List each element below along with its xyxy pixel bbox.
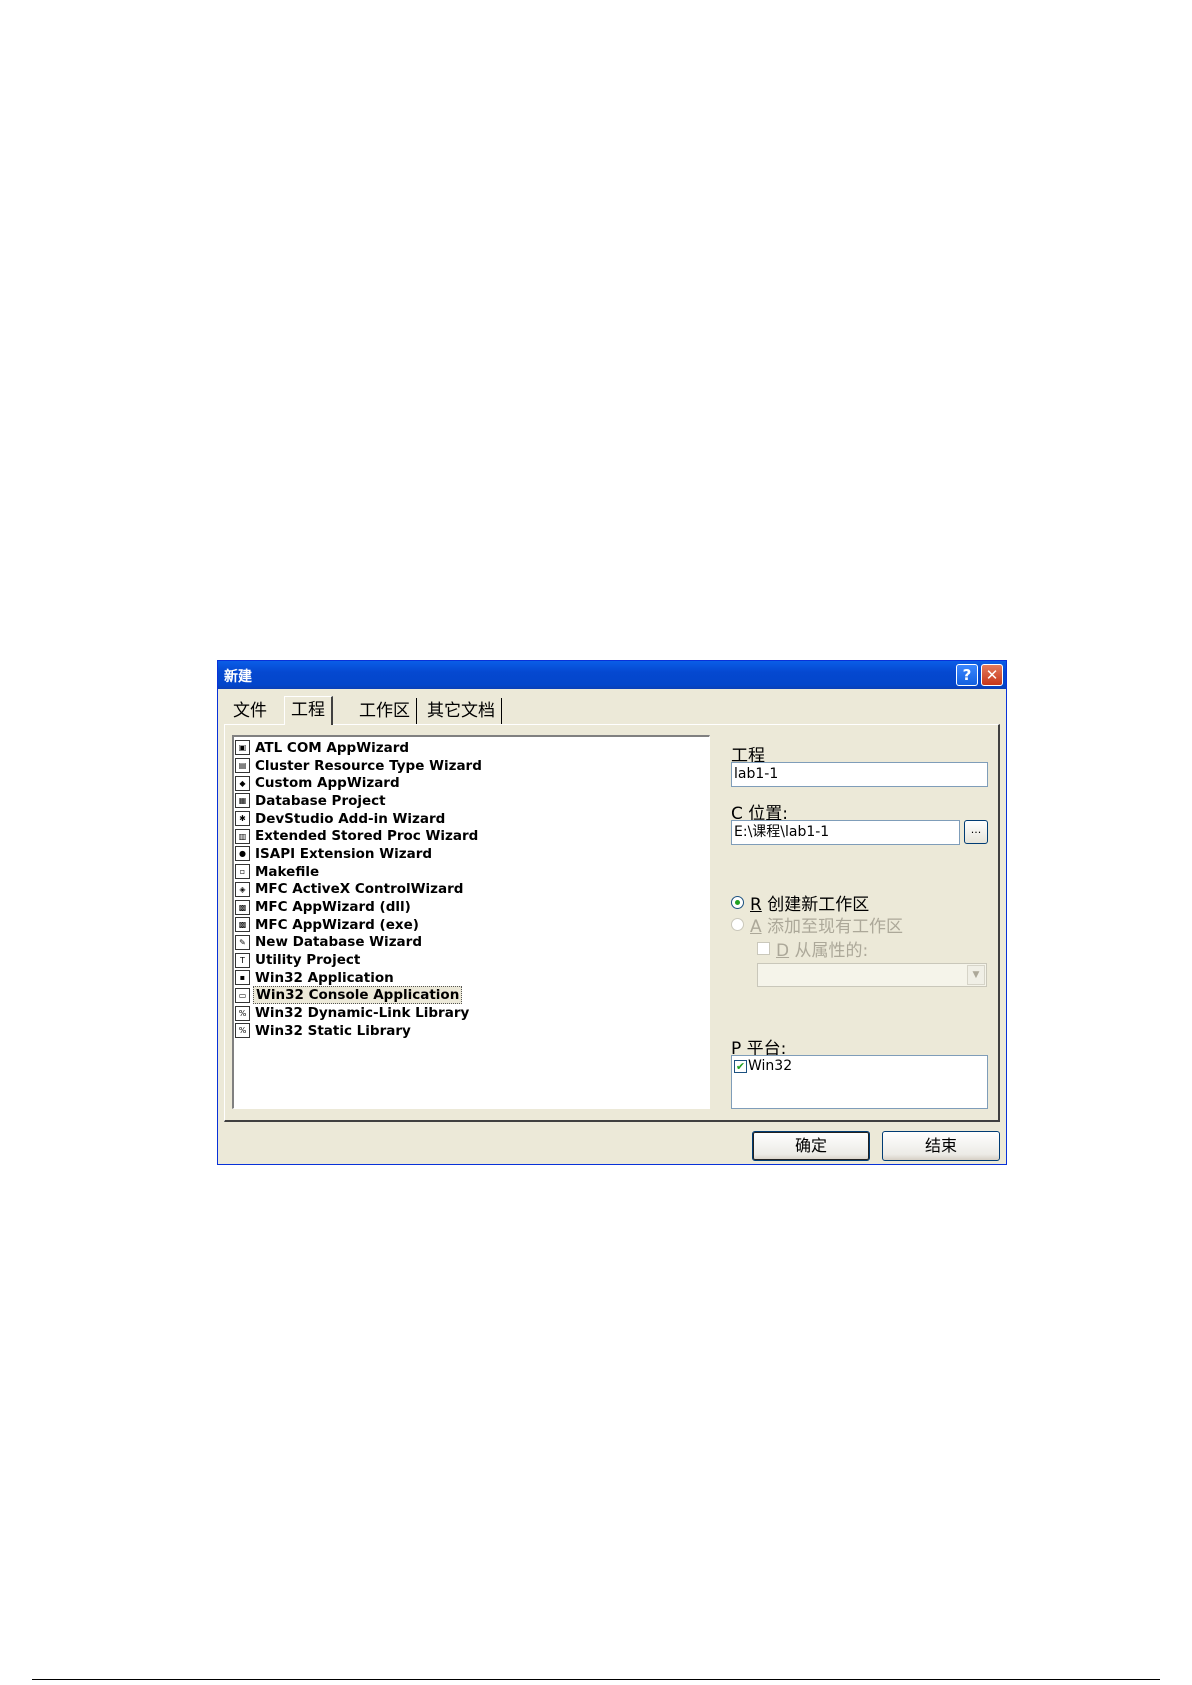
- add-to-workspace-label-text: 添加至现有工作区: [761, 917, 904, 937]
- tab-files[interactable]: 文件: [227, 698, 273, 724]
- platform-item[interactable]: ✔ Win32: [734, 1058, 985, 1074]
- addin-icon: ✱: [235, 811, 250, 827]
- list-item[interactable]: T Utility Project: [234, 951, 709, 969]
- database-icon: ▦: [235, 793, 250, 809]
- list-item[interactable]: ▦ Database Project: [234, 792, 709, 810]
- list-item[interactable]: % Win32 Static Library: [234, 1022, 709, 1040]
- new-db-icon: ✎: [235, 934, 250, 950]
- list-item[interactable]: ✎ New Database Wizard: [234, 934, 709, 952]
- makefile-icon: ▫: [235, 864, 250, 880]
- utility-icon: T: [235, 952, 250, 968]
- new-project-dialog: 新建 ? ✕ 文件 工程 工作区 其它文档 ▣ ATL COM AppWizard…: [217, 660, 1007, 1165]
- title-bar[interactable]: 新建 ? ✕: [218, 661, 1006, 689]
- chevron-down-icon[interactable]: ▼: [967, 965, 985, 985]
- add-to-workspace-accel: A: [750, 917, 762, 937]
- lib-icon: %: [235, 1023, 250, 1039]
- dll-icon: %: [235, 1005, 250, 1021]
- create-workspace-radio[interactable]: [731, 896, 744, 909]
- ok-button[interactable]: 确定: [752, 1131, 870, 1161]
- dependency-accel: D: [776, 941, 790, 961]
- list-item[interactable]: ▩ MFC AppWizard (dll): [234, 898, 709, 916]
- list-item[interactable]: ✱ DevStudio Add-in Wizard: [234, 810, 709, 828]
- project-type-list[interactable]: ▣ ATL COM AppWizard ▤ Cluster Resource Typ…: [232, 735, 710, 1109]
- list-item[interactable]: ▪ Win32 Application: [234, 969, 709, 987]
- dependency-select[interactable]: ▼: [757, 963, 987, 987]
- list-item[interactable]: ▥ Extended Stored Proc Wizard: [234, 827, 709, 845]
- list-item[interactable]: ▫ Makefile: [234, 863, 709, 881]
- list-item[interactable]: ▤ Cluster Resource Type Wizard: [234, 757, 709, 775]
- tab-other-documents[interactable]: 其它文档: [421, 698, 502, 724]
- project-name-input[interactable]: lab1-1: [731, 762, 988, 787]
- close-button[interactable]: ✕: [981, 664, 1003, 686]
- mfc-exe-icon: ▩: [235, 917, 250, 933]
- add-to-workspace-label[interactable]: A 添加至现有工作区: [750, 912, 903, 937]
- list-item[interactable]: ● ISAPI Extension Wizard: [234, 845, 709, 863]
- list-item[interactable]: ◈ MFC ActiveX ControlWizard: [234, 881, 709, 899]
- platform-list[interactable]: ✔ Win32: [731, 1055, 988, 1109]
- location-input[interactable]: E:\课程\lab1-1: [731, 820, 960, 845]
- list-item[interactable]: ▩ MFC AppWizard (exe): [234, 916, 709, 934]
- add-to-workspace-radio[interactable]: [731, 918, 744, 931]
- activex-icon: ◈: [235, 881, 250, 897]
- stored-proc-icon: ▥: [235, 828, 250, 844]
- tab-workspaces[interactable]: 工作区: [353, 698, 417, 724]
- custom-wizard-icon: ◆: [235, 775, 250, 791]
- dependency-label[interactable]: D 从属性的:: [776, 936, 868, 961]
- cancel-button[interactable]: 结束: [882, 1131, 1000, 1161]
- atl-icon: ▣: [235, 740, 250, 756]
- tab-projects[interactable]: 工程: [284, 696, 333, 725]
- page-bottom-rule: [32, 1679, 1160, 1680]
- platform-checkbox[interactable]: ✔: [734, 1059, 747, 1073]
- browse-button[interactable]: ...: [964, 820, 988, 844]
- dependency-checkbox[interactable]: [757, 942, 770, 955]
- globe-icon: ●: [235, 846, 250, 862]
- dialog-title: 新建: [224, 669, 252, 685]
- list-item[interactable]: ▣ ATL COM AppWizard: [234, 739, 709, 757]
- list-item[interactable]: ▭ Win32 Console Application: [234, 986, 709, 1005]
- console-icon: ▭: [235, 987, 250, 1003]
- win32-app-icon: ▪: [235, 970, 250, 986]
- help-button[interactable]: ?: [956, 664, 978, 686]
- list-item[interactable]: ◆ Custom AppWizard: [234, 774, 709, 792]
- dependency-label-text: 从属性的:: [789, 941, 869, 961]
- cluster-icon: ▤: [235, 758, 250, 774]
- mfc-dll-icon: ▩: [235, 899, 250, 915]
- list-item[interactable]: % Win32 Dynamic-Link Library: [234, 1004, 709, 1022]
- platform-item-label: Win32: [748, 1058, 793, 1074]
